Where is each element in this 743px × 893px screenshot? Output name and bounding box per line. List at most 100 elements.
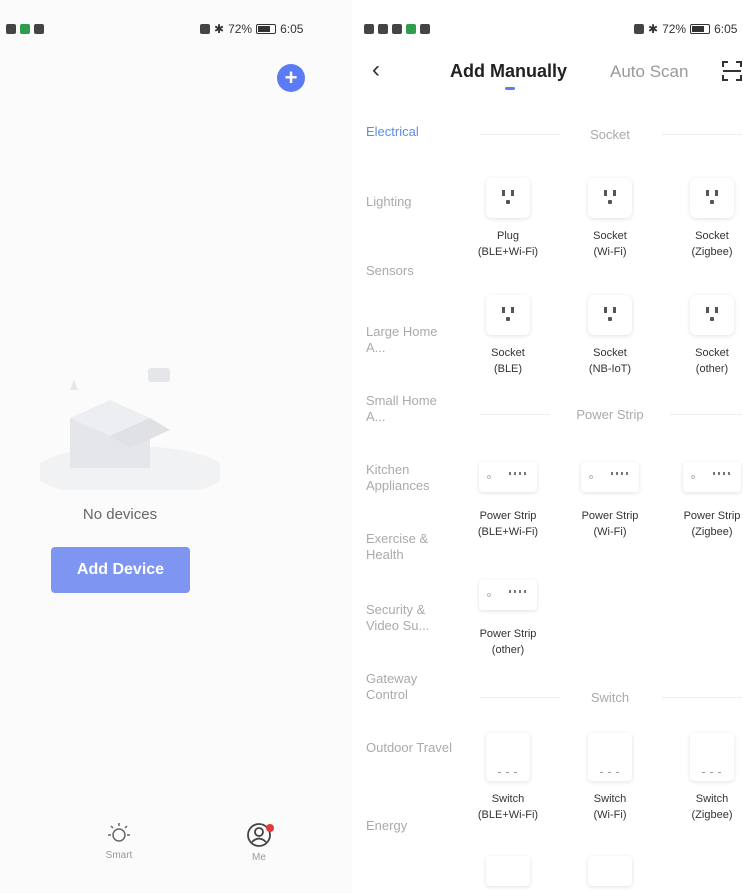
category-outdoor[interactable]: Outdoor Travel (366, 740, 456, 756)
socket-icon (486, 295, 530, 335)
battery-percent: 72% (228, 22, 253, 36)
device-name: Switch (695, 793, 729, 805)
tab-smart-label: Smart (105, 850, 133, 861)
section-title-socket: Socket (590, 127, 630, 142)
device-item[interactable]: Socket (NB-IoT) (560, 295, 660, 377)
tab-me[interactable]: Me (229, 822, 289, 863)
category-gateway[interactable]: Gateway Control (366, 671, 456, 703)
section-divider (662, 697, 742, 698)
section-title-power-strip: Power Strip (576, 407, 644, 422)
plug-icon (486, 178, 530, 218)
category-small-home[interactable]: Small Home A... (366, 393, 456, 425)
tab-auto-scan[interactable]: Auto Scan (610, 62, 688, 82)
device-item[interactable]: Power Strip (Zigbee) (662, 462, 743, 540)
category-energy[interactable]: Energy (366, 818, 456, 834)
back-arrow-icon[interactable]: ‹ (372, 56, 380, 84)
status-bar-right: ✱ 72% 6:05 (200, 20, 303, 38)
status-bar-left-icons (6, 20, 44, 38)
device-item[interactable]: Switch (BLE+Wi-Fi) (458, 733, 558, 823)
bluetooth-icon: ✱ (214, 22, 225, 36)
device-sub: (Wi-Fi) (593, 526, 627, 538)
status-bar-right: ✱ 72% 6:05 (634, 20, 737, 38)
switch-icon[interactable] (486, 856, 530, 886)
switch-icon (588, 733, 632, 781)
device-name: Power Strip (683, 510, 741, 522)
battery-icon (256, 24, 277, 34)
device-item[interactable]: Switch (Zigbee) (662, 733, 743, 823)
device-sub: (other) (695, 363, 729, 375)
category-sensors[interactable]: Sensors (366, 263, 456, 279)
device-sub: (BLE+Wi-Fi) (477, 809, 539, 821)
device-item[interactable]: Power Strip (other) (458, 580, 558, 658)
empty-box-illustration (40, 368, 220, 490)
message-icon (420, 24, 430, 34)
power-strip-icon (479, 462, 537, 492)
section-divider (662, 134, 742, 135)
switch-icon[interactable] (588, 856, 632, 886)
bluetooth-icon: ✱ (648, 22, 659, 36)
app-icon (20, 24, 30, 34)
device-name: Power Strip (479, 510, 537, 522)
device-item[interactable]: Switch (Wi-Fi) (560, 733, 660, 823)
add-device-button[interactable]: Add Device (51, 547, 190, 593)
category-security[interactable]: Security & Video Su... (366, 602, 456, 634)
device-name: Power Strip (581, 510, 639, 522)
device-name: Socket (593, 230, 627, 242)
alarm-icon (200, 24, 210, 34)
device-name: Socket (695, 230, 729, 242)
message-icon (34, 24, 44, 34)
category-exercise[interactable]: Exercise & Health (366, 531, 456, 563)
section-divider (670, 414, 742, 415)
notification-dot (266, 824, 274, 832)
device-sub: (other) (491, 644, 525, 656)
switch-icon (486, 733, 530, 781)
empty-state-text: No devices (82, 506, 158, 523)
power-strip-icon (479, 580, 537, 610)
device-item[interactable]: Socket (Zigbee) (662, 178, 743, 260)
device-item[interactable]: Power Strip (BLE+Wi-Fi) (458, 462, 558, 540)
device-sub: (BLE) (493, 363, 523, 375)
notification-icon (6, 24, 16, 34)
sim-icon (364, 24, 374, 34)
battery-percent: 72% (662, 22, 687, 36)
socket-icon (690, 295, 734, 335)
socket-icon (588, 295, 632, 335)
tab-me-label: Me (252, 852, 266, 863)
device-sub: (Zigbee) (691, 246, 733, 258)
app-icon (406, 24, 416, 34)
tab-smart[interactable]: Smart (89, 822, 149, 861)
device-sub: (BLE+Wi-Fi) (477, 246, 539, 258)
device-sub: (NB-IoT) (588, 363, 632, 375)
device-item[interactable]: Power Strip (Wi-Fi) (560, 462, 660, 540)
device-item[interactable]: Socket (other) (662, 295, 743, 377)
device-item[interactable]: Socket (BLE) (458, 295, 558, 377)
device-sub: (Wi-Fi) (593, 809, 627, 821)
tab-add-manually[interactable]: Add Manually (450, 61, 567, 82)
device-sub: (Zigbee) (691, 526, 733, 538)
clock: 6:05 (714, 22, 738, 36)
wifi-icon (392, 24, 402, 34)
category-large-home[interactable]: Large Home A... (366, 324, 456, 356)
device-name: Plug (496, 230, 520, 242)
device-name: Power Strip (479, 628, 537, 640)
device-name: Switch (491, 793, 525, 805)
device-name: Socket (593, 347, 627, 359)
section-title-switch: Switch (590, 690, 630, 705)
category-kitchen[interactable]: Kitchen Appliances (366, 462, 456, 494)
device-sub: (Zigbee) (691, 809, 733, 821)
power-strip-icon (581, 462, 639, 492)
scan-icon[interactable] (721, 60, 743, 82)
plus-circle-icon[interactable]: + (277, 64, 305, 92)
socket-icon (588, 178, 632, 218)
active-tab-indicator (505, 87, 515, 90)
status-bar-left-icons (364, 20, 430, 38)
device-item[interactable]: Socket (Wi-Fi) (560, 178, 660, 260)
switch-icon (690, 733, 734, 781)
alarm-icon (634, 24, 644, 34)
device-sub: (BLE+Wi-Fi) (477, 526, 539, 538)
category-lighting[interactable]: Lighting (366, 194, 456, 210)
category-electrical[interactable]: Electrical (366, 124, 456, 140)
power-strip-icon (683, 462, 741, 492)
device-item[interactable]: Plug (BLE+Wi-Fi) (458, 178, 558, 260)
device-name: Switch (593, 793, 627, 805)
